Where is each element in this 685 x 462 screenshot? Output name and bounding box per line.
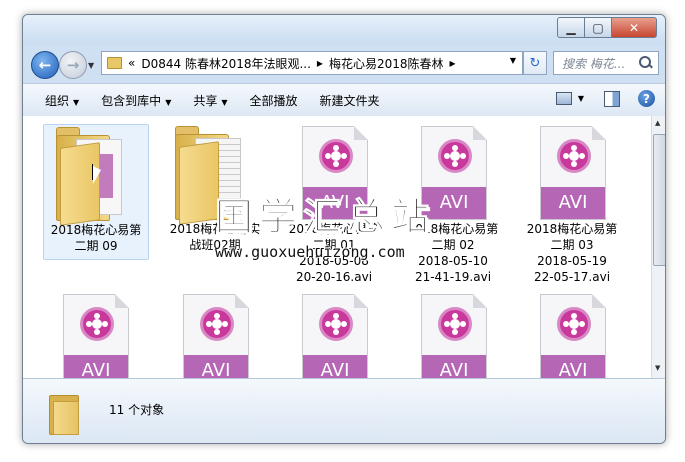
chevron-down-icon: ▼ xyxy=(221,97,228,107)
scrollbar-thumb[interactable] xyxy=(653,134,665,266)
item-name-line2: 二期 02 xyxy=(431,238,475,252)
recent-pages-dropdown[interactable]: ▼ xyxy=(88,61,94,70)
avi-file-icon: AVI xyxy=(63,294,129,378)
item-count: 11 个对象 xyxy=(109,403,165,417)
avi-file-icon: AVI xyxy=(302,126,368,220)
title-bar: ▁ ▢ ✕ xyxy=(23,15,665,45)
list-item[interactable]: 2018梅花心易第 二期 09 xyxy=(43,124,149,260)
item-name-line3: 2018-05-08 xyxy=(299,254,369,268)
list-item[interactable]: AVI xyxy=(401,292,505,378)
folder-icon xyxy=(107,57,122,69)
file-list: 2018梅花心易第 二期 09 2018梅花心易实 战班02期 AVI 2018… xyxy=(23,116,651,378)
command-toolbar: 组织 ▼ 包含到库中 ▼ 共享 ▼ 全部播放 新建文件夹 ▼ ? xyxy=(23,83,665,117)
chevron-down-icon: ▼ xyxy=(73,97,80,107)
avi-file-icon: AVI xyxy=(183,294,249,378)
list-item[interactable]: AVI 2018梅花心易第 二期 03 2018-05-19 22-05-17.… xyxy=(520,124,624,284)
list-item[interactable]: AVI xyxy=(282,292,386,378)
address-dropdown-icon[interactable]: ▼ xyxy=(510,56,516,65)
address-separator[interactable]: ▸ xyxy=(450,56,456,70)
address-prefix[interactable]: « xyxy=(128,56,135,70)
chevron-down-icon: ▼ xyxy=(165,97,172,107)
avi-badge: AVI xyxy=(184,355,248,378)
share-label: 共享 xyxy=(193,93,218,108)
address-bar[interactable]: « D0844 陈春林2018年法眼观... ▸ 梅花心易2018陈春林 ▸ ▼ xyxy=(101,51,523,75)
avi-file-icon: AVI xyxy=(421,294,487,378)
item-name-line2: 战班02期 xyxy=(189,238,241,252)
details-pane: 11 个对象 xyxy=(23,378,665,443)
item-name-line1: 2018梅花心易第 xyxy=(526,222,618,236)
caption-buttons: ▁ ▢ ✕ xyxy=(557,17,657,38)
explorer-window: ▁ ▢ ✕ ← → ▼ « D0844 陈春林2018年法眼观... ▸ 梅花心… xyxy=(22,14,666,444)
toolbar-right: ▼ ? xyxy=(555,90,655,107)
play-all-button[interactable]: 全部播放 xyxy=(250,92,298,109)
refresh-icon[interactable]: ↻ xyxy=(523,51,547,75)
avi-file-icon: AVI xyxy=(421,126,487,220)
include-library-label: 包含到库中 xyxy=(101,93,162,108)
avi-file-icon: AVI xyxy=(540,294,606,378)
avi-badge: AVI xyxy=(541,355,605,378)
forward-arrow-icon[interactable]: → xyxy=(59,51,87,79)
item-name-line3: 2018-05-19 xyxy=(537,254,607,268)
avi-badge: AVI xyxy=(422,355,486,378)
item-name-line4: 22-05-17.avi xyxy=(533,270,611,284)
item-name-line4: 21-41-19.avi xyxy=(414,270,492,284)
avi-badge: AVI xyxy=(303,355,367,378)
organize-button[interactable]: 组织 ▼ xyxy=(45,92,79,109)
scroll-down-icon[interactable]: ▼ xyxy=(655,364,660,372)
share-button[interactable]: 共享 ▼ xyxy=(193,92,227,109)
list-item[interactable]: 2018梅花心易实 战班02期 xyxy=(163,124,267,258)
navigation-bar: ← → ▼ « D0844 陈春林2018年法眼观... ▸ 梅花心易2018陈… xyxy=(23,45,665,81)
minimize-button[interactable]: ▁ xyxy=(557,17,585,38)
avi-badge: AVI xyxy=(64,355,128,378)
help-icon[interactable]: ? xyxy=(638,90,655,107)
address-segment-parent[interactable]: D0844 陈春林2018年法眼观... xyxy=(141,55,311,72)
avi-badge: AVI xyxy=(303,187,367,219)
close-button[interactable]: ✕ xyxy=(612,17,657,38)
view-dropdown-icon[interactable]: ▼ xyxy=(578,94,584,103)
list-item[interactable]: AVI xyxy=(43,292,147,378)
item-name-line2: 二期 03 xyxy=(550,238,594,252)
mouse-cursor-icon xyxy=(92,164,101,184)
document-folder-icon xyxy=(175,126,245,225)
item-name-line2: 二期 09 xyxy=(74,239,118,253)
folder-icon xyxy=(56,127,126,226)
list-item[interactable]: AVI xyxy=(163,292,267,378)
avi-badge: AVI xyxy=(541,187,605,219)
include-library-button[interactable]: 包含到库中 ▼ xyxy=(101,92,171,109)
vertical-scrollbar[interactable]: ▲ ▼ xyxy=(651,116,665,378)
search-placeholder: 搜索 梅花... xyxy=(562,56,626,71)
scroll-up-icon[interactable]: ▲ xyxy=(655,119,660,127)
item-name-line4: 20-20-16.avi xyxy=(295,270,373,284)
item-name-line1: 2018梅花心易第 xyxy=(50,223,142,237)
list-item[interactable]: AVI 2018梅花心易第 二期 01 2018-05-08 20-20-16.… xyxy=(282,124,386,284)
avi-file-icon: AVI xyxy=(302,294,368,378)
item-name-line1: 2018梅花心易实 xyxy=(169,222,261,236)
search-input[interactable]: 搜索 梅花... xyxy=(553,51,659,75)
back-arrow-icon[interactable]: ← xyxy=(31,51,59,79)
avi-file-icon: AVI xyxy=(540,126,606,220)
organize-label: 组织 xyxy=(45,93,70,108)
new-folder-button[interactable]: 新建文件夹 xyxy=(320,92,380,109)
item-name-line3: 2018-05-10 xyxy=(418,254,488,268)
item-name-line1: 2018梅花心易第 xyxy=(288,222,380,236)
address-separator[interactable]: ▸ xyxy=(317,56,323,70)
search-icon[interactable] xyxy=(638,55,654,71)
list-item[interactable]: AVI 2018梅花心易第 二期 02 2018-05-10 21-41-19.… xyxy=(401,124,505,284)
maximize-button[interactable]: ▢ xyxy=(585,17,612,38)
folder-icon xyxy=(49,391,83,435)
list-item[interactable]: AVI xyxy=(520,292,624,378)
item-name-line2: 二期 01 xyxy=(312,238,356,252)
view-icon[interactable] xyxy=(555,92,572,105)
item-name-line1: 2018梅花心易第 xyxy=(407,222,499,236)
address-segment-current[interactable]: 梅花心易2018陈春林 xyxy=(329,55,444,72)
preview-pane-icon[interactable] xyxy=(604,90,620,107)
avi-badge: AVI xyxy=(422,187,486,219)
